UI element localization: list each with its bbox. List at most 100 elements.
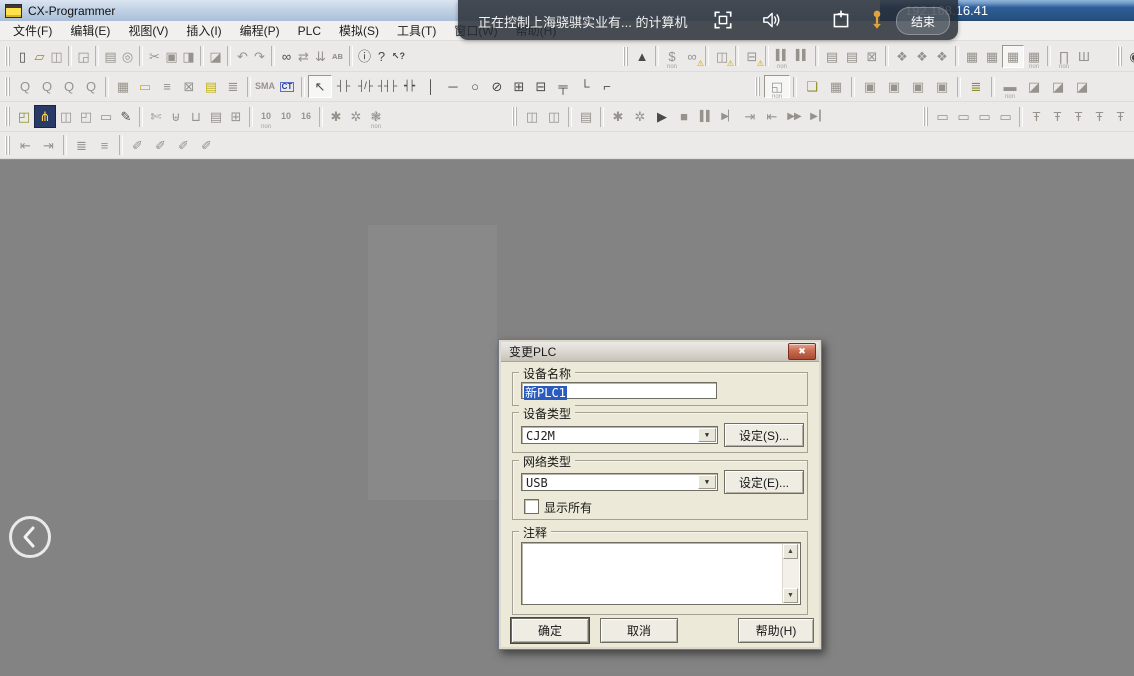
scroll-down-icon[interactable] <box>783 588 798 603</box>
step-run-icon[interactable]: ∏ <box>1054 46 1074 67</box>
compare-program-icon[interactable]: ⊠ <box>862 46 882 67</box>
comment-textarea[interactable] <box>521 542 801 605</box>
clipped-toolbar-icon[interactable]: ◉ <box>1126 46 1134 67</box>
download-to-plc-icon[interactable]: ▤ <box>822 46 842 67</box>
set-bookmark-icon[interactable]: ✐ <box>126 135 149 156</box>
toolbar-drag-handle[interactable] <box>5 47 10 66</box>
address-reference-icon[interactable]: ⇄ <box>295 46 312 67</box>
go-to-rung-icon[interactable]: ≡ <box>93 135 116 156</box>
retrace-icon[interactable]: ⇊ <box>312 46 329 67</box>
comment-toggle-icon[interactable]: ▭ <box>134 76 156 97</box>
open-file-icon[interactable]: ▱ <box>31 46 48 67</box>
ok-button[interactable]: 确定 <box>511 618 589 643</box>
partial-upload-icon[interactable]: ❖ <box>912 46 932 67</box>
connect-line-icon[interactable]: └ <box>574 76 596 97</box>
new-closed-contact-icon[interactable]: ┤/├ <box>354 76 376 97</box>
print-preview-icon[interactable]: ◎ <box>119 46 136 67</box>
cancel-button[interactable]: 取消 <box>600 618 678 643</box>
io-table-icon[interactable]: ▦ <box>962 46 982 67</box>
differential-monitor-2-icon[interactable]: ▭ <box>953 106 974 127</box>
previous-bookmark-icon[interactable]: ✐ <box>172 135 195 156</box>
close-view-1-icon[interactable]: ▬ <box>998 76 1022 97</box>
decimal-monitor-icon[interactable]: 10 <box>256 106 276 127</box>
differential-monitor-3-icon[interactable]: ▭ <box>974 106 995 127</box>
info-icon[interactable]: ⓘ <box>356 46 373 67</box>
window-split-icon[interactable]: ◰ <box>76 106 96 127</box>
partial-download-icon[interactable]: ❖ <box>892 46 912 67</box>
back-button[interactable] <box>9 516 51 558</box>
fullscreen-button[interactable] <box>710 8 736 32</box>
print-icon[interactable]: ▤ <box>102 46 119 67</box>
upload-from-plc-icon[interactable]: ▤ <box>842 46 862 67</box>
device-type-settings-button[interactable]: 设定(S)... <box>724 423 804 447</box>
monitor-data-4-icon[interactable]: ▣ <box>930 76 954 97</box>
memory-view-icon[interactable]: ▦ <box>1002 45 1024 68</box>
network-type-settings-button[interactable]: 设定(E)... <box>724 470 804 494</box>
menu-insert[interactable]: 插入(I) <box>177 20 230 41</box>
new-instruction-icon[interactable]: ⊞ <box>508 76 530 97</box>
new-window-button[interactable] <box>828 8 854 32</box>
new-contact-icon[interactable]: ┤├ <box>332 76 354 97</box>
menu-tools[interactable]: 工具(T) <box>388 20 445 41</box>
copy-icon[interactable]: ▣ <box>163 46 180 67</box>
delete-line-icon[interactable]: ⌐ <box>596 76 618 97</box>
ladder-view-icon[interactable]: ◰ <box>14 106 34 127</box>
used-report-icon[interactable]: ✄ <box>146 106 166 127</box>
plc-settings-icon[interactable]: ▦ <box>982 46 1002 67</box>
force-cancel-icon[interactable]: ❃ <box>366 106 386 127</box>
sma-library-icon[interactable]: SMA <box>254 76 276 97</box>
network-type-select[interactable]: USB <box>521 473 718 491</box>
replace-icon[interactable]: ᴀʙ <box>329 46 346 67</box>
edit-line-icon[interactable]: ╤ <box>552 76 574 97</box>
menu-program[interactable]: 编程(P) <box>231 20 289 41</box>
pin-tool-button[interactable] <box>864 8 890 32</box>
continuous-step-icon[interactable]: ▶▶ <box>783 106 805 127</box>
dialog-titlebar[interactable]: 变更PLC <box>501 342 819 362</box>
paste-special-icon[interactable]: ◪ <box>207 46 224 67</box>
zoom-custom-icon[interactable]: Q <box>80 76 102 97</box>
timing-chart-4-icon[interactable]: Ŧ <box>1089 106 1110 127</box>
menu-edit[interactable]: 编辑(E) <box>61 20 119 41</box>
scroll-up-icon[interactable] <box>783 544 798 559</box>
monitor-data-2-icon[interactable]: ▣ <box>882 76 906 97</box>
symbol-bar-icon[interactable]: ⊠ <box>178 76 200 97</box>
timing-chart-1-icon[interactable]: Ŧ <box>1026 106 1047 127</box>
new-horizontal-line-icon[interactable]: ─ <box>442 76 464 97</box>
next-bookmark-icon[interactable]: ✐ <box>149 135 172 156</box>
rung-shortcut-icon[interactable]: ▤ <box>200 76 222 97</box>
close-icon[interactable]: ✖ <box>788 343 816 360</box>
cross-reference-popup-icon[interactable]: ◫ <box>56 106 76 127</box>
zoom-in-icon[interactable]: Q <box>14 76 36 97</box>
monitor-data-1-icon[interactable]: ▣ <box>858 76 882 97</box>
step-icon[interactable]: ▶▏ <box>717 106 739 127</box>
address-reference-tool-icon[interactable]: ⊔ <box>186 106 206 127</box>
chevron-down-icon[interactable] <box>698 428 716 442</box>
timing-chart-5-icon[interactable]: Ŧ <box>1110 106 1131 127</box>
toolbar-drag-handle[interactable] <box>623 47 628 66</box>
properties-icon[interactable]: ✎ <box>116 106 136 127</box>
symbol-table-icon[interactable]: ≣ <box>964 76 988 97</box>
show-all-checkbox[interactable] <box>524 499 539 514</box>
run-icon[interactable]: ▶ <box>651 106 673 127</box>
stop-icon[interactable]: ■ <box>673 106 695 127</box>
help-button[interactable]: 帮助(H) <box>738 618 814 643</box>
force-on-icon[interactable]: ✱ <box>326 106 346 127</box>
monitor-mode-icon[interactable]: $ <box>662 46 682 67</box>
toolbar-drag-handle[interactable] <box>5 77 10 96</box>
new-closed-or-contact-icon[interactable]: ┥┝ <box>398 76 420 97</box>
monitor-toggle-icon[interactable]: ✲ <box>629 106 651 127</box>
comment-scrollbar[interactable] <box>782 544 799 603</box>
context-help-icon[interactable]: ↖? <box>390 46 407 67</box>
io-bit-monitor-icon[interactable]: Ш <box>1074 46 1094 67</box>
redo-icon[interactable]: ↷ <box>251 46 268 67</box>
menu-file[interactable]: 文件(F) <box>4 20 61 41</box>
close-view-2-icon[interactable]: ◪ <box>1022 76 1046 97</box>
menu-simulation[interactable]: 模拟(S) <box>330 20 388 41</box>
watch-window-icon[interactable]: ◱ <box>764 75 790 98</box>
previous-reference-icon[interactable]: ⇤ <box>14 135 37 156</box>
cut-icon[interactable]: ✂ <box>146 46 163 67</box>
output-window-icon[interactable]: ❏ <box>800 76 824 97</box>
new-file-icon[interactable]: ▯ <box>14 46 31 67</box>
toolbar-drag-handle[interactable] <box>1117 47 1122 66</box>
sound-button[interactable] <box>758 8 784 32</box>
